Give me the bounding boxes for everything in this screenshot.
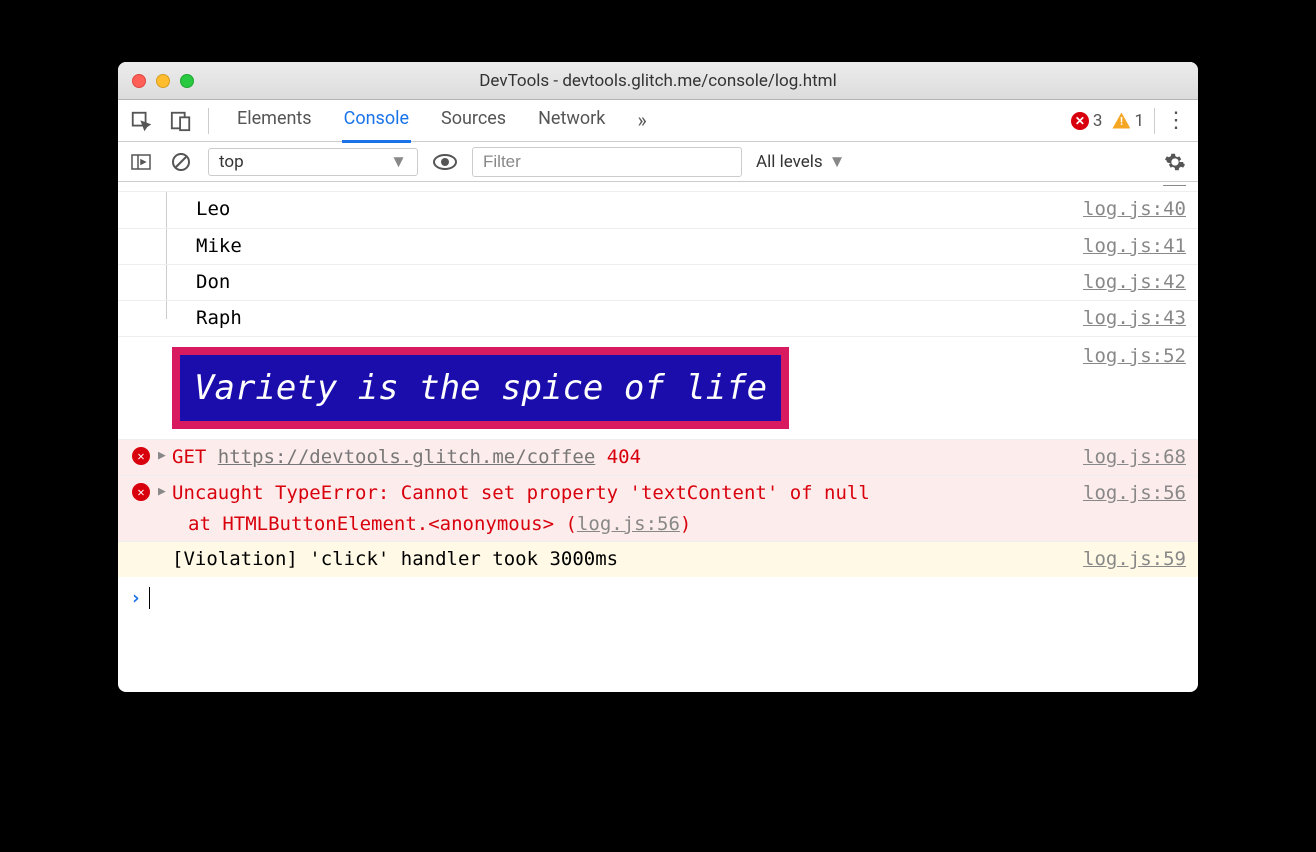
divider bbox=[208, 108, 209, 134]
warning-count: 1 bbox=[1134, 111, 1144, 131]
tree-guide bbox=[166, 265, 167, 300]
minimize-window-button[interactable] bbox=[156, 74, 170, 88]
error-icon: ✕ bbox=[1071, 112, 1089, 130]
toggle-sidebar-icon[interactable] bbox=[128, 149, 154, 175]
console-prompt[interactable]: › bbox=[118, 577, 1198, 619]
log-row: Mike log.js:41 bbox=[118, 228, 1198, 264]
warning-icon: ! bbox=[1112, 113, 1130, 129]
log-text: Mike bbox=[196, 231, 242, 261]
devtools-window: DevTools - devtools.glitch.me/console/lo… bbox=[118, 62, 1198, 692]
source-link[interactable]: log.js:52 bbox=[1071, 341, 1186, 371]
context-value: top bbox=[219, 152, 244, 172]
source-link[interactable]: log.js:68 bbox=[1071, 442, 1186, 472]
log-row: Don log.js:42 bbox=[118, 264, 1198, 300]
source-link[interactable]: log.js:43 bbox=[1071, 303, 1186, 333]
error-row: ✕ ▶ GET https://devtools.glitch.me/coffe… bbox=[118, 439, 1198, 475]
window-controls bbox=[118, 74, 194, 88]
log-levels-selector[interactable]: All levels ▼ bbox=[756, 152, 846, 172]
error-icon: ✕ bbox=[132, 483, 150, 501]
log-text: Don bbox=[196, 267, 230, 297]
tree-guide bbox=[166, 301, 167, 319]
chevron-down-icon: ▼ bbox=[390, 152, 407, 172]
error-icon: ✕ bbox=[132, 447, 150, 465]
source-link[interactable]: log.js:41 bbox=[1071, 231, 1186, 261]
settings-icon[interactable] bbox=[1162, 149, 1188, 175]
log-row: Raph log.js:43 bbox=[118, 300, 1198, 336]
more-tabs-icon[interactable]: » bbox=[635, 100, 648, 142]
main-toolbar: Elements Console Sources Network » ✕ 3 !… bbox=[118, 100, 1198, 142]
live-expression-icon[interactable] bbox=[432, 149, 458, 175]
source-link[interactable]: log.js:56 bbox=[1071, 478, 1186, 508]
error-line1: Uncaught TypeError: Cannot set property … bbox=[172, 478, 870, 508]
divider bbox=[1154, 108, 1155, 134]
levels-label: All levels bbox=[756, 152, 823, 172]
tab-network[interactable]: Network bbox=[536, 100, 607, 142]
zoom-window-button[interactable] bbox=[180, 74, 194, 88]
chevron-down-icon: ▼ bbox=[829, 152, 846, 172]
window-title: DevTools - devtools.glitch.me/console/lo… bbox=[118, 71, 1198, 91]
log-text: Leo bbox=[196, 194, 230, 224]
clear-console-icon[interactable] bbox=[168, 149, 194, 175]
http-method: GET bbox=[172, 446, 206, 468]
titlebar: DevTools - devtools.glitch.me/console/lo… bbox=[118, 62, 1198, 100]
violation-text: [Violation] 'click' handler took 3000ms bbox=[172, 544, 618, 574]
source-link[interactable]: log.js:42 bbox=[1071, 267, 1186, 297]
prompt-caret-icon: › bbox=[130, 583, 141, 613]
tab-console[interactable]: Console bbox=[342, 100, 411, 142]
styled-message: Variety is the spice of life bbox=[172, 347, 789, 429]
tab-sources[interactable]: Sources bbox=[439, 100, 508, 142]
filter-input[interactable] bbox=[472, 147, 742, 177]
tab-elements[interactable]: Elements bbox=[235, 100, 314, 142]
panel-tabs: Elements Console Sources Network » bbox=[235, 100, 649, 142]
tree-guide bbox=[166, 192, 167, 228]
log-text: Raph bbox=[196, 303, 242, 333]
error-badge[interactable]: ✕ 3 bbox=[1071, 111, 1103, 131]
toolbar-right: ✕ 3 ! 1 ⋮ bbox=[1071, 108, 1188, 134]
partial-row: —— bbox=[118, 182, 1198, 192]
stack-link[interactable]: log.js:56 bbox=[577, 513, 680, 535]
console-log-area: —— Leo log.js:40 Mike log.js:41 Don log.… bbox=[118, 182, 1198, 692]
console-filter-bar: top ▼ All levels ▼ bbox=[118, 142, 1198, 182]
styled-log-row: Variety is the spice of life log.js:52 bbox=[118, 336, 1198, 439]
log-row: Leo log.js:40 bbox=[118, 192, 1198, 228]
http-status: 404 bbox=[607, 446, 641, 468]
toggle-device-icon[interactable] bbox=[168, 108, 194, 134]
violation-row: [Violation] 'click' handler took 3000ms … bbox=[118, 541, 1198, 577]
text-cursor bbox=[149, 587, 150, 609]
source-link[interactable]: log.js:59 bbox=[1071, 544, 1186, 574]
error-content: Uncaught TypeError: Cannot set property … bbox=[172, 478, 870, 539]
error-stack: at HTMLButtonElement.<anonymous> (log.js… bbox=[172, 509, 870, 539]
expand-icon[interactable]: ▶ bbox=[158, 446, 166, 467]
error-count: 3 bbox=[1093, 111, 1103, 131]
http-url[interactable]: https://devtools.glitch.me/coffee bbox=[218, 446, 596, 468]
expand-icon[interactable]: ▶ bbox=[158, 482, 166, 503]
tree-guide bbox=[166, 229, 167, 264]
menu-icon[interactable]: ⋮ bbox=[1165, 108, 1188, 133]
warning-badge[interactable]: ! 1 bbox=[1112, 111, 1144, 131]
error-content: GET https://devtools.glitch.me/coffee 40… bbox=[172, 442, 641, 472]
context-selector[interactable]: top ▼ bbox=[208, 148, 418, 176]
error-row: ✕ ▶ Uncaught TypeError: Cannot set prope… bbox=[118, 475, 1198, 541]
source-link[interactable]: log.js:40 bbox=[1071, 194, 1186, 224]
close-window-button[interactable] bbox=[132, 74, 146, 88]
inspect-element-icon[interactable] bbox=[128, 108, 154, 134]
